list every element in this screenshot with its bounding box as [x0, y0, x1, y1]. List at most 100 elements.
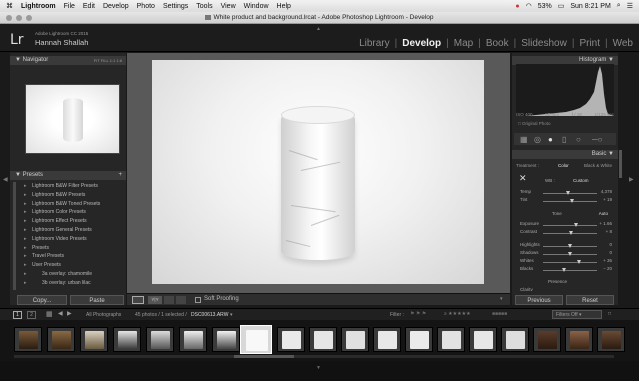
- presets-header[interactable]: ▼ Presets +: [10, 171, 126, 180]
- thumbnail[interactable]: [14, 327, 42, 352]
- left-panel-toggle-icon[interactable]: ◀: [3, 176, 8, 183]
- flag-filters[interactable]: ⚑ ⚑ ⚑: [410, 311, 426, 317]
- slider-value[interactable]: + 19: [603, 197, 612, 202]
- module-print[interactable]: Print: [579, 38, 600, 49]
- slider-value[interactable]: 0: [609, 250, 612, 255]
- brush-tool-icon[interactable]: ─○: [592, 135, 603, 144]
- exposure-slider[interactable]: Exposure + 1.66: [518, 221, 614, 229]
- thumbnail[interactable]: [565, 327, 593, 352]
- spotlight-icon[interactable]: ⌕: [617, 2, 621, 10]
- module-map[interactable]: Map: [454, 38, 473, 49]
- color-label-filters[interactable]: ■■■■■: [492, 311, 507, 317]
- zoom-fill[interactable]: FILL: [101, 58, 109, 63]
- grid-tool-icon[interactable]: ▦: [520, 135, 528, 144]
- creative-cloud-icon[interactable]: ●: [515, 3, 519, 10]
- before-after-icon[interactable]: Y|Y: [148, 296, 162, 304]
- slider-knob[interactable]: [567, 243, 572, 248]
- menu-edit[interactable]: Edit: [83, 3, 95, 10]
- right-panel-toggle-icon[interactable]: ▶: [629, 176, 634, 183]
- menu-tools[interactable]: Tools: [196, 3, 212, 10]
- preset-folder[interactable]: Lightroom Color Presets: [20, 209, 124, 218]
- menu-photo[interactable]: Photo: [137, 3, 155, 10]
- slider-value[interactable]: + 1.66: [599, 221, 612, 226]
- zoom-window-button[interactable]: [26, 15, 32, 21]
- thumbnail[interactable]: [469, 327, 497, 352]
- wb-dropdown[interactable]: Custom: [573, 178, 589, 183]
- spot-removal-icon[interactable]: ●: [548, 135, 553, 144]
- preset-folder[interactable]: Lightroom Effect Presets: [20, 218, 124, 227]
- wifi-icon[interactable]: ◠: [526, 2, 532, 10]
- swap-settings-icon[interactable]: [164, 296, 174, 304]
- thumbnail[interactable]: [309, 327, 337, 352]
- reset-button[interactable]: Reset: [566, 295, 614, 305]
- slider-value[interactable]: − 20: [603, 266, 612, 271]
- slider-knob[interactable]: [570, 198, 575, 203]
- slider-value[interactable]: + 36: [603, 258, 612, 263]
- apple-icon[interactable]: ⌘: [6, 2, 13, 10]
- slider-value[interactable]: 4,378: [601, 189, 612, 194]
- forward-icon[interactable]: ▶: [67, 310, 72, 317]
- app-menu[interactable]: Lightroom: [21, 3, 56, 10]
- copy-button[interactable]: Copy...: [17, 295, 67, 305]
- preset-folder[interactable]: Lightroom B&W Presets: [20, 192, 124, 201]
- highlights-slider[interactable]: Highlights 0: [518, 242, 614, 250]
- thumbnail[interactable]: [533, 327, 561, 352]
- slider-track[interactable]: [543, 270, 597, 271]
- preset-item[interactable]: 3a overlay: chamomile: [20, 271, 124, 280]
- thumbnail[interactable]: [341, 327, 369, 352]
- preset-folder[interactable]: Travel Presets: [20, 253, 124, 262]
- thumbnail[interactable]: [80, 327, 108, 352]
- slider-track[interactable]: [543, 225, 597, 226]
- menu-develop[interactable]: Develop: [103, 3, 129, 10]
- bottom-panel-toggle-icon[interactable]: ▼: [316, 365, 321, 371]
- toolbar-dropdown-icon[interactable]: ▾: [500, 296, 503, 302]
- module-book[interactable]: Book: [486, 38, 509, 49]
- shadows-slider[interactable]: Shadows 0: [518, 250, 614, 258]
- thumbnail[interactable]: [437, 327, 465, 352]
- treatment-bw[interactable]: Black & White: [584, 163, 612, 168]
- left-panel-scrollbar[interactable]: [13, 182, 16, 290]
- zoom-1-8[interactable]: 1:8: [116, 58, 122, 63]
- copy-settings-icon[interactable]: [176, 296, 186, 304]
- thumbnail[interactable]: [597, 327, 625, 352]
- thumbnail-selected[interactable]: [240, 325, 272, 354]
- rating-filter-stars[interactable]: ≥ ★★★★★: [444, 311, 471, 317]
- treatment-color[interactable]: Color: [558, 163, 569, 168]
- file-name[interactable]: DSC00613.ARW: [191, 312, 228, 318]
- clock[interactable]: Sun 8:21 PM: [570, 3, 610, 10]
- grid-view-icon[interactable]: ▦: [46, 310, 53, 318]
- paste-button[interactable]: Paste: [70, 295, 124, 305]
- preset-folder[interactable]: Lightroom B&W Filter Presets: [20, 183, 124, 192]
- slider-knob[interactable]: [567, 251, 572, 256]
- minimize-window-button[interactable]: [16, 15, 22, 21]
- thumbnail[interactable]: [146, 327, 174, 352]
- thumbnail[interactable]: [113, 327, 141, 352]
- red-eye-icon[interactable]: ▯: [562, 135, 566, 144]
- preset-folder[interactable]: Lightroom General Presets: [20, 227, 124, 236]
- module-slideshow[interactable]: Slideshow: [521, 38, 567, 49]
- contrast-slider[interactable]: Contrast + 8: [518, 229, 614, 237]
- slider-knob[interactable]: [573, 222, 578, 227]
- zoom-fit[interactable]: FIT: [94, 58, 100, 63]
- previous-button[interactable]: Previous: [515, 295, 563, 305]
- primary-display-button[interactable]: 1: [13, 311, 22, 319]
- thumbnail[interactable]: [373, 327, 401, 352]
- filmstrip-scrollbar[interactable]: [14, 355, 614, 358]
- module-web[interactable]: Web: [613, 38, 633, 49]
- menu-help[interactable]: Help: [277, 3, 291, 10]
- preset-folder[interactable]: Lightroom B&W Toned Presets: [20, 201, 124, 210]
- slider-knob[interactable]: [568, 230, 573, 235]
- basic-header[interactable]: Basic ▼: [512, 150, 618, 159]
- menu-view[interactable]: View: [221, 3, 236, 10]
- preset-folder[interactable]: Lightroom Video Presets: [20, 236, 124, 245]
- source-label[interactable]: All Photographs: [86, 312, 121, 318]
- secondary-display-button[interactable]: 2: [27, 311, 36, 319]
- thumbnail[interactable]: [277, 327, 305, 352]
- battery-icon[interactable]: ▭: [558, 2, 565, 10]
- thumbnail[interactable]: [501, 327, 529, 352]
- add-preset-icon[interactable]: +: [118, 171, 122, 180]
- menu-window[interactable]: Window: [244, 3, 269, 10]
- preset-item[interactable]: 3b overlay: urban lilac: [20, 280, 124, 289]
- top-panel-toggle-icon[interactable]: ▲: [316, 26, 321, 32]
- original-photo-label[interactable]: □ Original Photo: [518, 121, 551, 126]
